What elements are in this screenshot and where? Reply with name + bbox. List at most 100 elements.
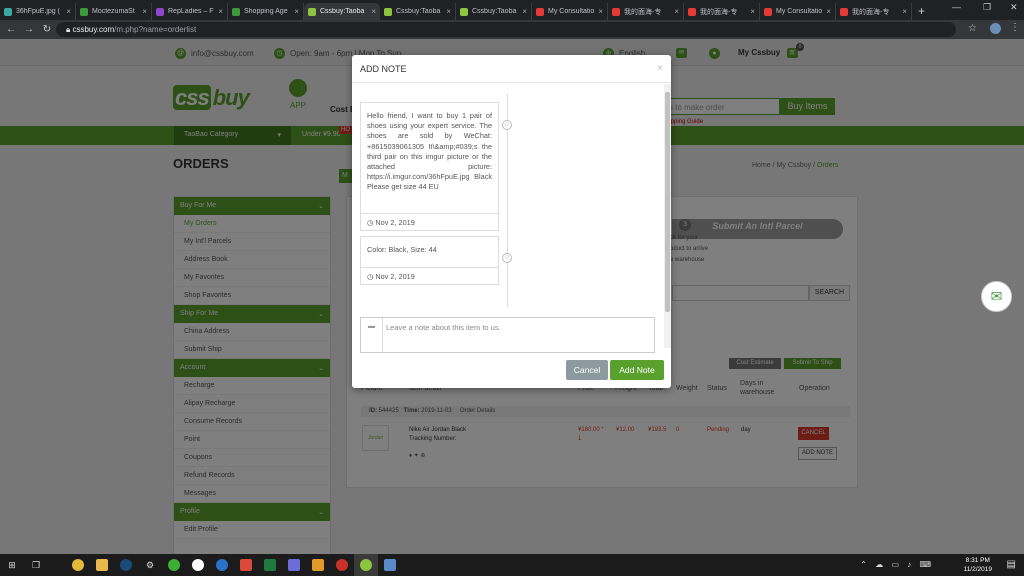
tab-title: Shopping Age [244, 8, 288, 15]
chrome-active-icon[interactable] [354, 554, 378, 576]
tab-title: My Consultatio [776, 8, 823, 15]
dialog-scrollbar[interactable] [664, 84, 671, 348]
wechat-icon[interactable] [162, 554, 186, 576]
weidian-tab-icon [612, 7, 620, 16]
close-tab-icon[interactable]: × [446, 7, 451, 16]
file-explorer-icon[interactable] [90, 554, 114, 576]
close-tab-icon[interactable]: × [142, 7, 147, 16]
s-tab-icon [764, 7, 772, 16]
tab-title: 我的面海-专 [624, 8, 662, 16]
close-tab-icon[interactable]: × [218, 7, 223, 16]
tab-title: 36hFpuE.jpg ( [16, 8, 60, 15]
timeline-dot-icon: ○ [502, 253, 512, 263]
back-icon[interactable]: ← [4, 24, 18, 35]
maximize-icon[interactable]: ❐ [983, 2, 991, 13]
browser-tab[interactable]: 我的面海-专 × [608, 3, 684, 20]
cancel-button[interactable]: Cancel [566, 360, 608, 380]
browser-tab[interactable]: 36hFpuE.jpg ( × [0, 3, 76, 20]
close-tab-icon[interactable]: × [902, 7, 907, 16]
close-window-icon[interactable]: ✕ [1010, 2, 1018, 13]
browser-tab[interactable]: Cssbuy:Taoba × [380, 3, 456, 20]
windows-taskbar: ⊞ ❐ ⚙ ⌃ ☁ ▭ ♪ ⌨ 8:31 PM 11/2/2019 ▤ [0, 554, 1024, 576]
app-icon[interactable] [378, 554, 402, 576]
note-textarea[interactable]: ▬ Leave a note about this item to us. [360, 317, 655, 353]
site-tab-icon [232, 7, 240, 16]
browser-tab[interactable]: MoctezumaSt × [76, 3, 152, 20]
browser-tab[interactable]: 我的面海-专 × [836, 3, 912, 20]
menu-icon[interactable]: ⋮ [1010, 22, 1020, 33]
close-tab-icon[interactable]: × [598, 7, 603, 16]
messenger-icon[interactable] [186, 554, 210, 576]
weidian-tab-icon [536, 7, 544, 16]
weidian-tab-icon [688, 7, 696, 16]
image-tab-icon [4, 7, 12, 16]
close-tab-icon[interactable]: × [674, 7, 679, 16]
app-icon[interactable] [330, 554, 354, 576]
tab-title: 我的面海-专 [700, 8, 738, 16]
close-tab-icon[interactable]: × [294, 7, 299, 16]
app-icon[interactable] [234, 554, 258, 576]
settings-icon[interactable]: ⚙ [138, 554, 162, 576]
minimize-icon[interactable]: — [952, 2, 961, 12]
notification-icon[interactable]: ▤ [1007, 559, 1016, 570]
task-view-icon[interactable]: ❐ [24, 554, 48, 576]
cssbuy-tab-icon [308, 7, 316, 16]
note-date: ◷ Nov 2, 2019 [361, 213, 498, 231]
note-card: Hello friend, I want to buy 1 pair of sh… [360, 102, 499, 231]
cssbuy-tab-icon [460, 7, 468, 16]
note-card: Color: Black, Size: 44 ◷ Nov 2, 2019 [360, 236, 499, 285]
tab-title: Cssbuy:Taoba [320, 8, 365, 15]
close-icon[interactable]: × [657, 63, 663, 74]
timeline-dot-icon: ○ [502, 120, 512, 130]
tab-title: RepLadies – F [168, 8, 214, 15]
tab-title: 我的面海-专 [852, 8, 890, 16]
replady-tab-icon [156, 7, 164, 16]
tab-strip: 36hFpuE.jpg ( × MoctezumaSt × RepLadies – F ×… [0, 0, 1024, 20]
app-icon[interactable] [306, 554, 330, 576]
browser-tab[interactable]: My Consultatio × [760, 3, 836, 20]
star-icon[interactable]: ☆ [968, 23, 977, 34]
close-tab-icon[interactable]: × [750, 7, 755, 16]
note-text: Hello friend, I want to buy 1 pair of sh… [367, 111, 492, 192]
close-tab-icon[interactable]: × [522, 7, 527, 16]
tab-title: Cssbuy:Taoba [396, 8, 441, 15]
browser-tab[interactable]: Cssbuy:Taoba × [304, 3, 380, 20]
comment-icon: ▬ [368, 323, 375, 330]
browser-tab[interactable]: Shopping Age × [228, 3, 304, 20]
browser-tab[interactable]: RepLadies – F × [152, 3, 228, 20]
close-tab-icon[interactable]: × [826, 7, 831, 16]
start-icon[interactable]: ⊞ [0, 554, 24, 576]
new-tab-button[interactable]: + [912, 3, 931, 20]
system-tray-icons[interactable]: ⌃ ☁ ▭ ♪ ⌨ [860, 560, 934, 569]
add-note-submit-button[interactable]: Add Note [610, 360, 664, 380]
app-icon[interactable] [210, 554, 234, 576]
app-icon[interactable] [282, 554, 306, 576]
chrome-icon[interactable] [66, 554, 90, 576]
reload-icon[interactable]: ↻ [40, 24, 54, 35]
url-input[interactable]: 🔒︎ cssbuy.com/m.php?name=orderlist [56, 22, 956, 37]
close-tab-icon[interactable]: × [66, 7, 71, 16]
excel-icon[interactable] [258, 554, 282, 576]
tab-title: MoctezumaSt [92, 8, 135, 15]
browser-tab[interactable]: My Consultatio × [532, 3, 608, 20]
cssbuy-tab-icon [384, 7, 392, 16]
add-note-dialog: ADD NOTE × Hello friend, I want to buy 1… [352, 55, 671, 388]
notes-timeline: Hello friend, I want to buy 1 pair of sh… [352, 84, 671, 348]
browser-tab[interactable]: 我的面海-专 × [684, 3, 760, 20]
steam-icon[interactable] [114, 554, 138, 576]
s-tab-icon [840, 7, 848, 16]
dialog-title: ADD NOTE [352, 55, 671, 83]
close-tab-icon[interactable]: × [371, 7, 376, 16]
tab-title: Cssbuy:Taoba [472, 8, 517, 15]
note-text: Color: Black, Size: 44 [367, 245, 437, 254]
mail-icon[interactable]: ✉ [981, 281, 1012, 312]
note-date: ◷ Nov 2, 2019 [361, 267, 498, 285]
clock[interactable]: 8:31 PM 11/2/2019 [964, 556, 992, 574]
forward-icon[interactable]: → [22, 24, 36, 35]
scrollbar-thumb[interactable] [665, 92, 670, 312]
site-tab-icon [80, 7, 88, 16]
browser-tab[interactable]: Cssbuy:Taoba × [456, 3, 532, 20]
profile-avatar[interactable] [990, 23, 1001, 34]
address-bar: ← → ↻ 🔒︎ cssbuy.com/m.php?name=orderlist… [0, 20, 1024, 39]
tab-title: My Consultatio [548, 8, 595, 15]
